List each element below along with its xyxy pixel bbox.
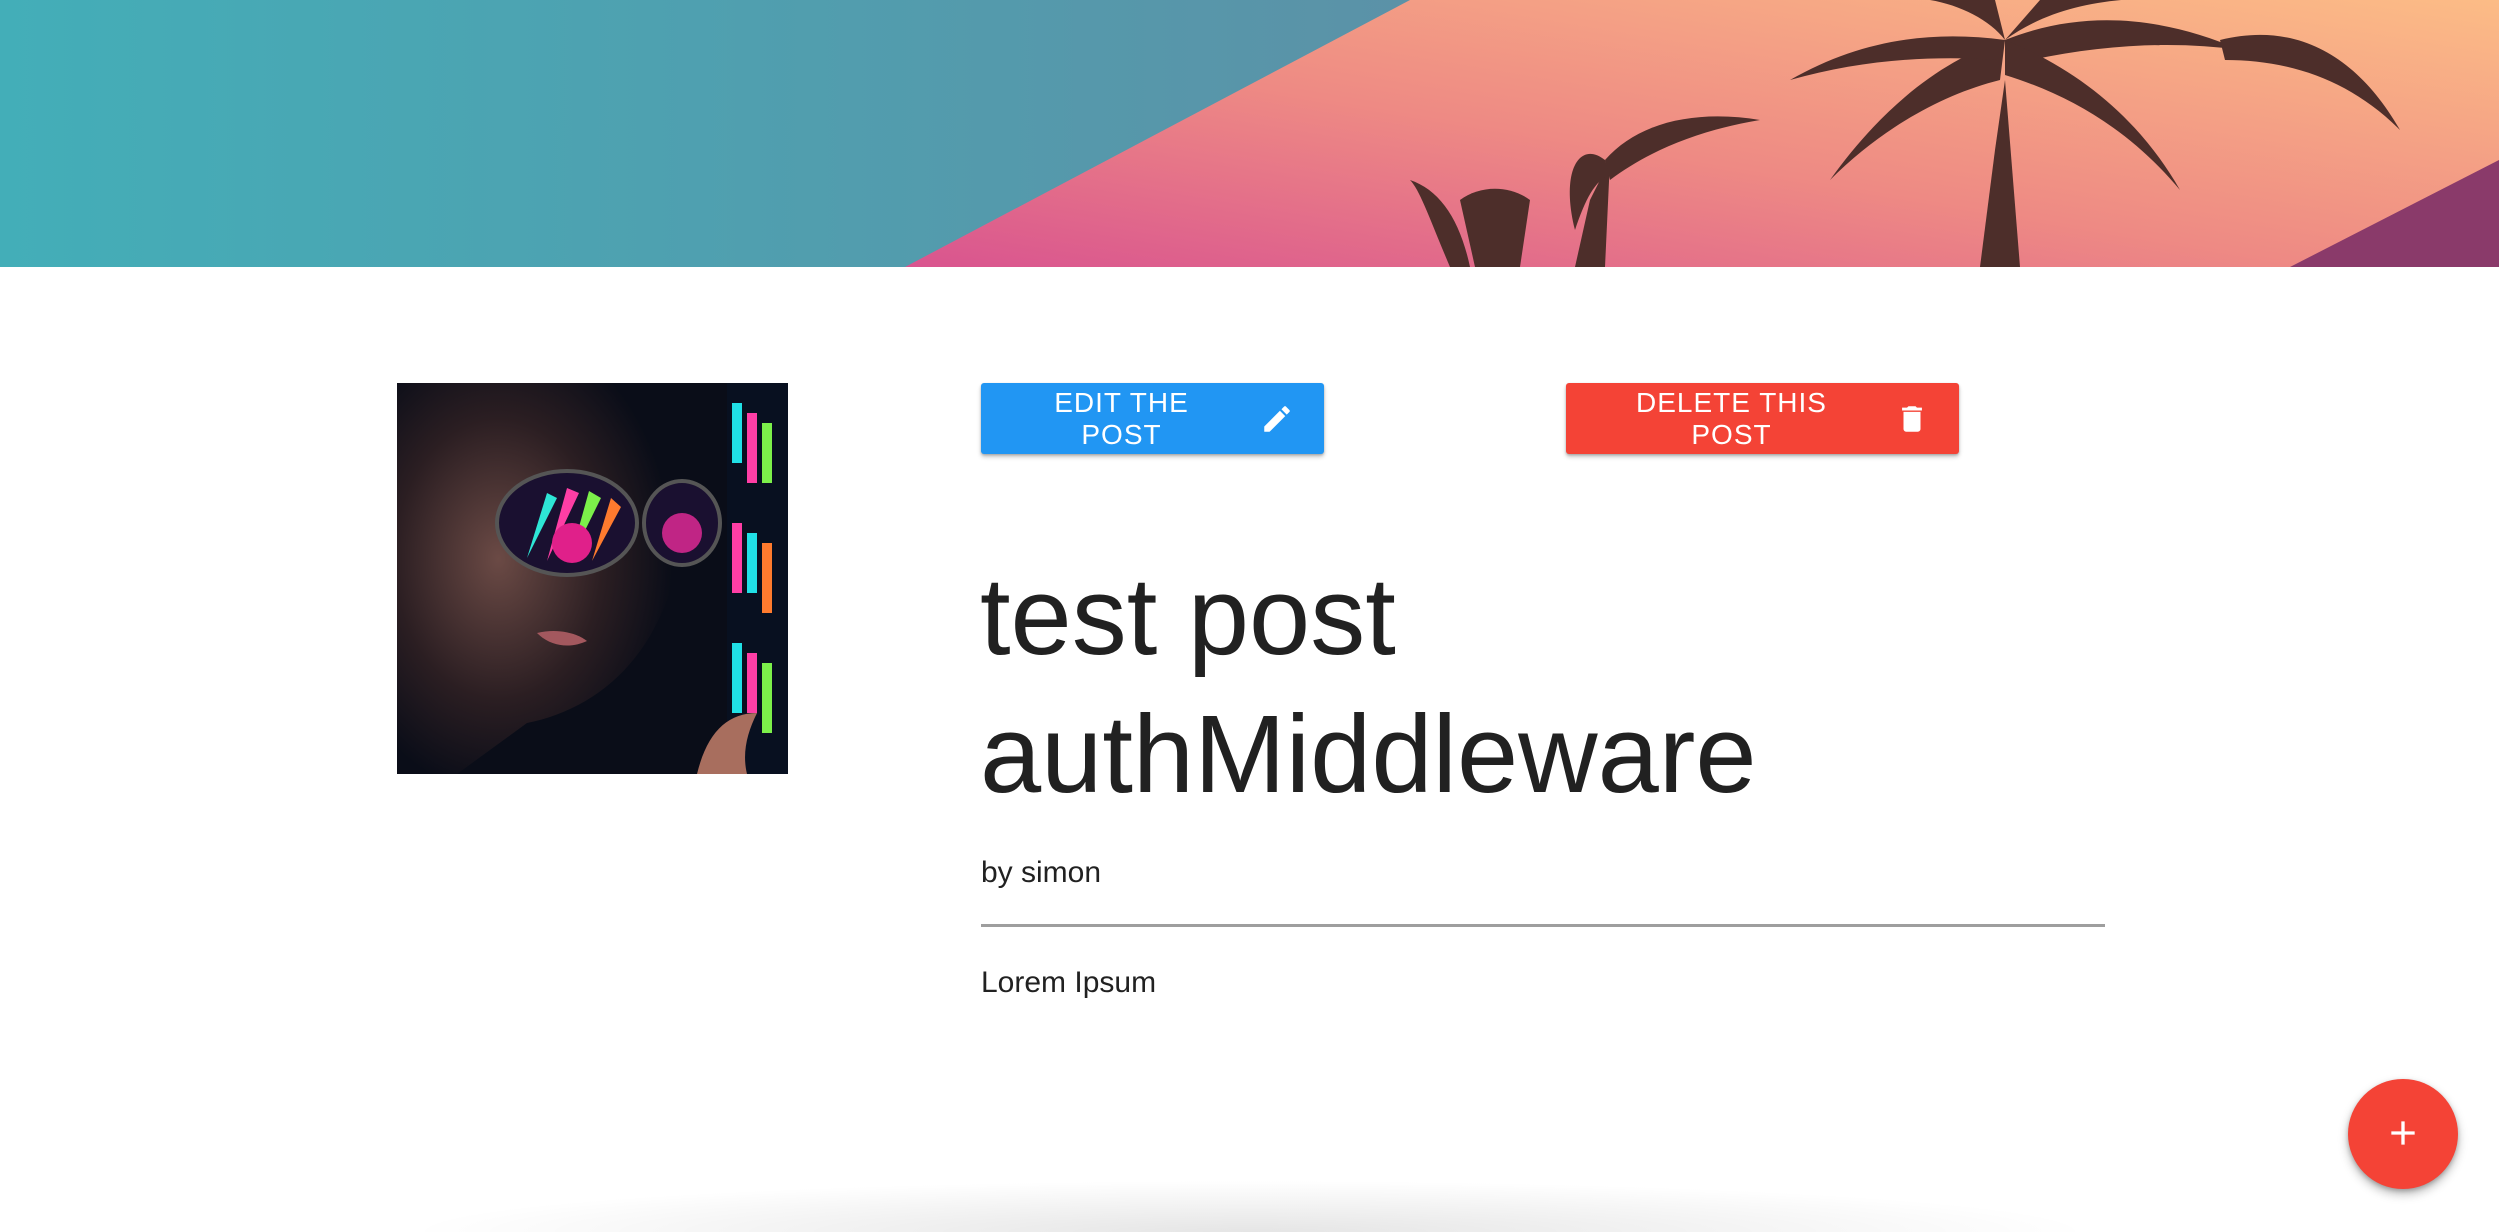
divider xyxy=(981,924,2105,927)
post-title: test post authMiddleware xyxy=(980,555,1757,816)
post-author: by simon xyxy=(981,856,1102,889)
post-image xyxy=(397,383,788,774)
card-shadow xyxy=(400,1180,2100,1232)
post-body: Lorem Ipsum xyxy=(981,966,1157,999)
post-photo xyxy=(397,383,788,774)
banner-artwork xyxy=(0,0,2499,267)
edit-post-button[interactable]: EDIT THE POST xyxy=(981,383,1324,454)
trash-icon xyxy=(1895,402,1929,436)
pencil-icon xyxy=(1260,402,1294,436)
plus-icon xyxy=(2383,1113,2423,1156)
add-post-button[interactable] xyxy=(2348,1079,2458,1189)
header-banner xyxy=(0,0,2499,267)
delete-post-label: DELETE THIS POST xyxy=(1636,386,1827,450)
delete-post-button[interactable]: DELETE THIS POST xyxy=(1566,383,1959,454)
edit-post-label: EDIT THE POST xyxy=(1054,386,1189,450)
